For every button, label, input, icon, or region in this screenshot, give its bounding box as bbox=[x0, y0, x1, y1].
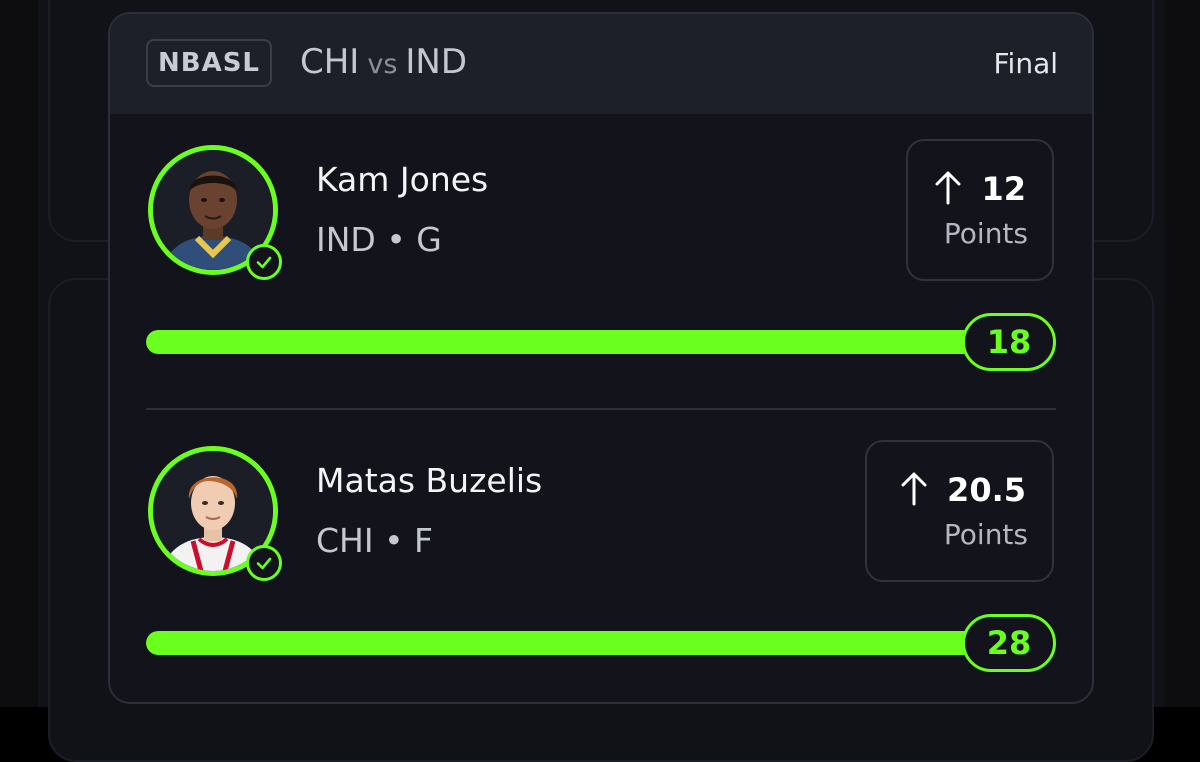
result-value: 18 bbox=[962, 313, 1056, 371]
divider bbox=[146, 408, 1056, 410]
arrow-up-icon bbox=[933, 169, 963, 209]
progress-fill bbox=[146, 631, 1026, 655]
league-badge: NBASL bbox=[146, 39, 272, 87]
player-team-position: CHI • F bbox=[316, 521, 434, 560]
check-icon bbox=[246, 545, 282, 581]
progress-bar bbox=[146, 330, 1026, 354]
background-right bbox=[1165, 0, 1200, 707]
result-value: 28 bbox=[962, 614, 1056, 672]
game-header: NBASL CHI vs IND Final bbox=[110, 14, 1092, 114]
player-team-position: IND • G bbox=[316, 220, 442, 259]
team-a: CHI bbox=[300, 42, 360, 82]
player-name[interactable]: Kam Jones bbox=[316, 160, 488, 199]
background-left bbox=[0, 0, 38, 707]
progress-bar bbox=[146, 631, 1026, 655]
matchup-title: CHI vs IND bbox=[300, 42, 467, 82]
progress-fill bbox=[146, 330, 1026, 354]
game-status: Final bbox=[993, 47, 1058, 80]
vs-label: vs bbox=[367, 49, 398, 80]
line-value: 12 bbox=[981, 170, 1026, 208]
stat-type: Points bbox=[943, 217, 1028, 250]
pick-card[interactable]: NBASL CHI vs IND Final Kam Jones IND • G 1… bbox=[108, 12, 1094, 704]
arrow-up-icon bbox=[899, 470, 929, 510]
check-icon bbox=[246, 244, 282, 280]
player-name[interactable]: Matas Buzelis bbox=[316, 461, 542, 500]
line-box: 20.5 Points bbox=[865, 440, 1054, 582]
team-b: IND bbox=[405, 42, 468, 82]
line-box: 12 Points bbox=[906, 139, 1054, 281]
stat-type: Points bbox=[943, 518, 1028, 551]
line-value: 20.5 bbox=[947, 471, 1026, 509]
